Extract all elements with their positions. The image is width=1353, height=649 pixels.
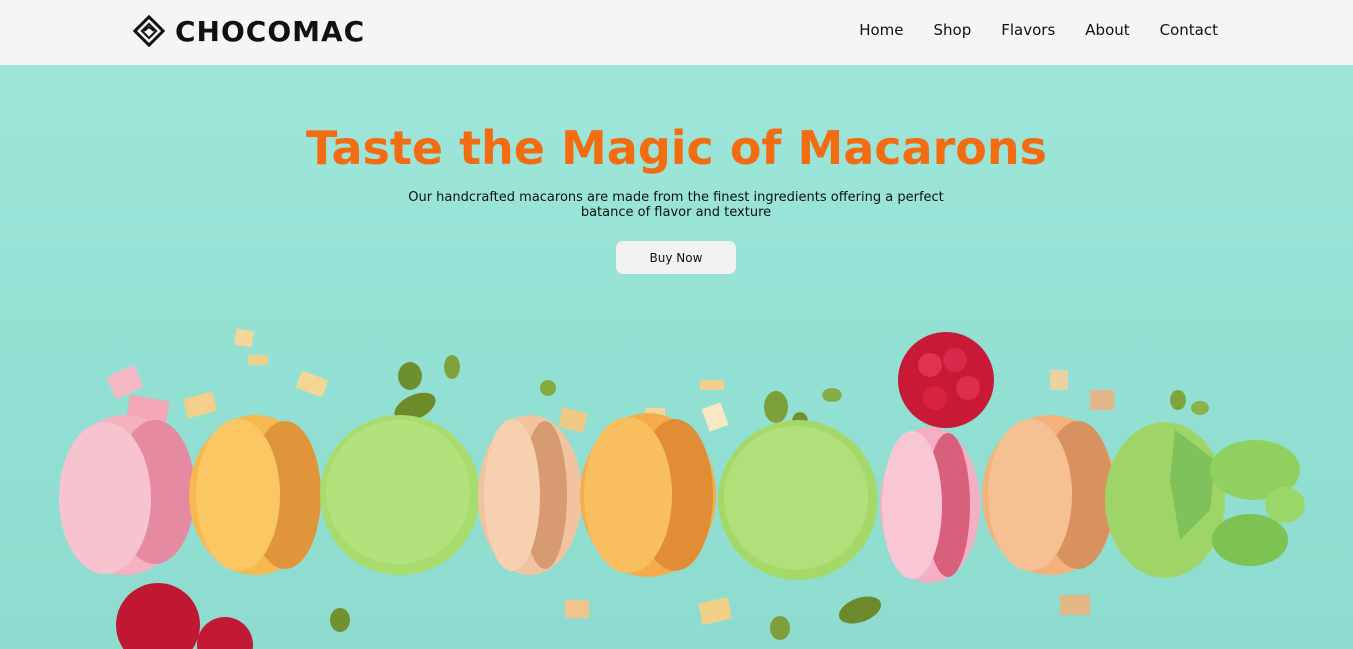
macaron-green-2 bbox=[718, 420, 878, 580]
nav-about[interactable]: About bbox=[1085, 21, 1129, 39]
hero-subtitle-line1: Our handcrafted macarons are made from t… bbox=[408, 190, 944, 205]
macarons-row-photo bbox=[59, 328, 1305, 649]
buy-now-button[interactable]: Buy Now bbox=[616, 241, 736, 274]
brand-name: CHOCOMAC bbox=[175, 14, 366, 48]
macaron-pink bbox=[59, 415, 195, 575]
macaron-beige bbox=[478, 415, 582, 575]
macaron-pink-2 bbox=[880, 427, 980, 583]
hero-subtitle: Our handcrafted macarons are made from t… bbox=[386, 190, 966, 220]
hero-subtitle-line2: batance of flavor and texture bbox=[580, 205, 772, 220]
nav-home[interactable]: Home bbox=[859, 21, 903, 39]
main-nav: Home Shop Flavors About Contact bbox=[829, 21, 1218, 39]
macaron-orange bbox=[580, 413, 716, 577]
macaron-green bbox=[320, 415, 480, 575]
hero-title: Taste the Magic of Macarons bbox=[306, 121, 1047, 175]
macaron-yellow bbox=[189, 415, 321, 575]
diamond-logo-icon bbox=[133, 15, 165, 47]
site-header: CHOCOMAC Home Shop Flavors About Contact bbox=[0, 0, 1353, 65]
hero-section: Taste the Magic of Macarons Our handcraf… bbox=[0, 65, 1353, 649]
nav-flavors[interactable]: Flavors bbox=[1001, 21, 1055, 39]
nav-contact[interactable]: Contact bbox=[1160, 21, 1218, 39]
macaron-peach bbox=[982, 415, 1118, 575]
nav-shop[interactable]: Shop bbox=[934, 21, 972, 39]
macaron-green-broken bbox=[1105, 422, 1305, 578]
brand[interactable]: CHOCOMAC bbox=[133, 13, 365, 49]
